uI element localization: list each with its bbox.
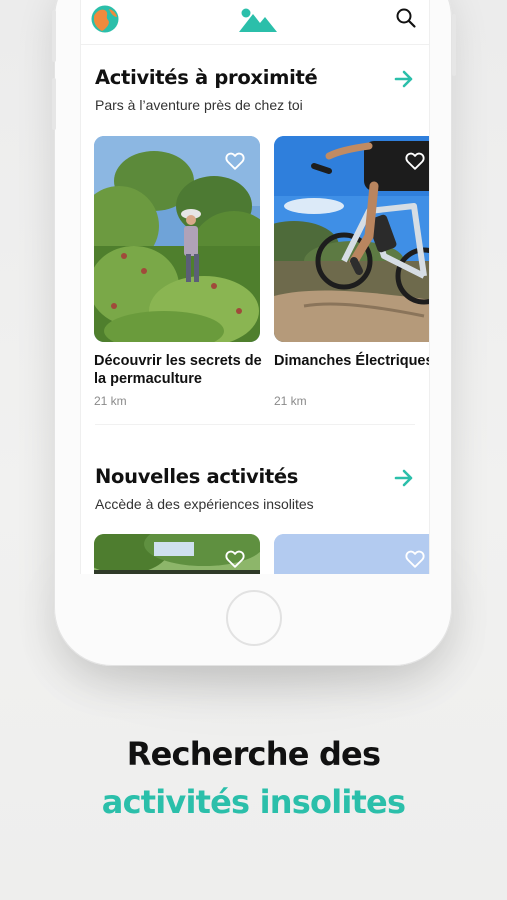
- app-screen: Activités à proximité Pars à l’aventure …: [80, 0, 430, 574]
- garden-photo[interactable]: [94, 136, 260, 342]
- home-button[interactable]: [226, 590, 282, 646]
- arrow-right-icon[interactable]: [393, 68, 415, 90]
- arrow-right-icon[interactable]: [393, 467, 415, 489]
- heart-icon[interactable]: [404, 548, 426, 570]
- card-title: Dimanches Électriques: [274, 353, 430, 369]
- tagline-line1: Recherche des: [126, 735, 381, 773]
- section-divider: [95, 424, 415, 425]
- activity-card[interactable]: Découvrir les secrets de la permaculture…: [94, 136, 262, 416]
- ebike-photo[interactable]: [274, 136, 429, 342]
- section-title-new: Nouvelles activités: [95, 465, 299, 488]
- card-distance: 21 km: [94, 394, 127, 408]
- app-header: [81, 0, 429, 45]
- heart-icon[interactable]: [224, 150, 246, 172]
- trees-photo[interactable]: [94, 534, 260, 574]
- heart-icon[interactable]: [224, 548, 246, 570]
- section-subtitle-new: Accède à des expériences insolites: [95, 496, 314, 512]
- phone-power-button: [452, 14, 456, 76]
- section-title-nearby: Activités à proximité: [95, 66, 318, 89]
- search-icon[interactable]: [394, 6, 418, 30]
- tagline-line2: activités insolites: [101, 783, 406, 821]
- mountain-logo-icon[interactable]: [239, 6, 277, 32]
- phone-volume-button: [52, 78, 56, 130]
- activity-card[interactable]: [274, 534, 429, 574]
- phone-volume-button: [52, 10, 56, 62]
- card-title: Découvrir les secrets de la permaculture: [94, 353, 262, 387]
- card-distance: 21 km: [274, 394, 307, 408]
- heart-icon[interactable]: [404, 150, 426, 172]
- globe-avatar-icon[interactable]: [91, 5, 119, 33]
- activity-card[interactable]: Dimanches Électriques 21 km: [274, 136, 430, 416]
- activity-card[interactable]: [94, 534, 260, 574]
- section-subtitle-nearby: Pars à l’aventure près de chez toi: [95, 97, 303, 113]
- sky-photo[interactable]: [274, 534, 429, 574]
